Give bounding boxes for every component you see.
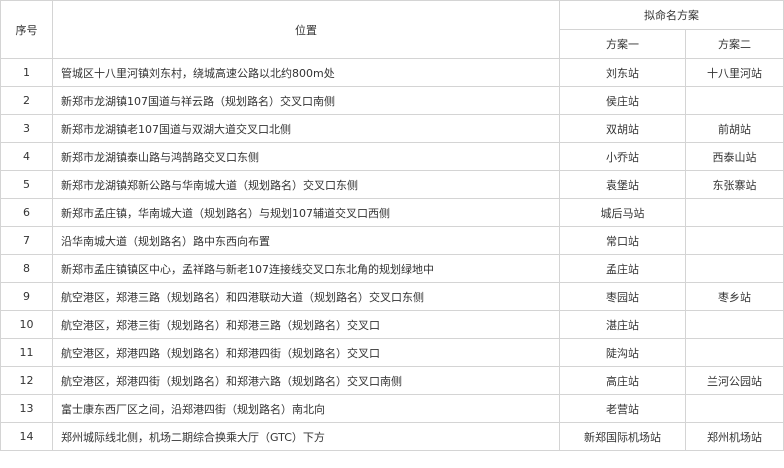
table-row: 4 新郑市龙湖镇泰山路与鸿鹄路交叉口东侧 小乔站 西泰山站 — [0, 142, 784, 171]
table-row: 6 新郑市孟庄镇，华南城大道（规划路名）与规划107辅道交叉口西侧 城后马站 — [0, 198, 784, 227]
table-row: 14 郑州城际线北侧，机场二期综合换乘大厅（GTC）下方 新郑国际机场站 郑州机场站 — [0, 422, 784, 451]
row-index: 11 — [0, 338, 53, 367]
row-plan1: 城后马站 — [559, 198, 686, 227]
row-plan2 — [685, 198, 784, 227]
table-row: 2 新郑市龙湖镇107国道与祥云路（规划路名）交叉口南侧 侯庄站 — [0, 86, 784, 115]
row-location: 新郑市龙湖镇老107国道与双湖大道交叉口北侧 — [52, 114, 560, 143]
row-plan2 — [685, 226, 784, 255]
row-location: 富士康东西厂区之间，沿郑港四街（规划路名）南北向 — [52, 394, 560, 423]
table-row: 10 航空港区，郑港三街（规划路名）和郑港三路（规划路名）交叉口 湛庄站 — [0, 310, 784, 339]
row-location: 新郑市龙湖镇郑新公路与华南城大道（规划路名）交叉口东侧 — [52, 170, 560, 199]
row-location: 新郑市孟庄镇，华南城大道（规划路名）与规划107辅道交叉口西侧 — [52, 198, 560, 227]
row-plan1: 常口站 — [559, 226, 686, 255]
header-location: 位置 — [52, 0, 560, 59]
row-location: 航空港区，郑港四路（规划路名）和郑港四街（规划路名）交叉口 — [52, 338, 560, 367]
header-plan2: 方案二 — [685, 29, 784, 59]
row-index: 14 — [0, 422, 53, 451]
row-plan1: 湛庄站 — [559, 310, 686, 339]
table-row: 9 航空港区，郑港三路（规划路名）和四港联动大道（规划路名）交叉口东侧 枣园站 枣乡站 — [0, 282, 784, 311]
row-plan2 — [685, 394, 784, 423]
table-row: 8 新郑市孟庄镇镇区中心，孟祥路与新老107连接线交叉口东北角的规划绿地中 孟庄站 — [0, 254, 784, 283]
header-row: 序号 位置 拟命名方案 — [0, 0, 784, 59]
table-row: 1 管城区十八里河镇刘东村，绕城高速公路以北约800m处 刘东站 十八里河站 — [0, 58, 784, 87]
table-row: 3 新郑市龙湖镇老107国道与双湖大道交叉口北侧 双胡站 前胡站 — [0, 114, 784, 143]
row-location: 航空港区，郑港三街（规划路名）和郑港三路（规划路名）交叉口 — [52, 310, 560, 339]
table-row: 11 航空港区，郑港四路（规划路名）和郑港四街（规划路名）交叉口 陡沟站 — [0, 338, 784, 367]
row-plan1: 刘东站 — [559, 58, 686, 87]
row-plan2: 郑州机场站 — [685, 422, 784, 451]
row-plan1: 枣园站 — [559, 282, 686, 311]
row-plan2: 兰河公园站 — [685, 366, 784, 395]
row-index: 5 — [0, 170, 53, 199]
row-location: 新郑市龙湖镇107国道与祥云路（规划路名）交叉口南侧 — [52, 86, 560, 115]
row-plan2 — [685, 338, 784, 367]
row-plan1: 新郑国际机场站 — [559, 422, 686, 451]
row-index: 10 — [0, 310, 53, 339]
row-location: 航空港区，郑港三路（规划路名）和四港联动大道（规划路名）交叉口东侧 — [52, 282, 560, 311]
row-index: 2 — [0, 86, 53, 115]
row-location: 管城区十八里河镇刘东村，绕城高速公路以北约800m处 — [52, 58, 560, 87]
row-plan1: 侯庄站 — [559, 86, 686, 115]
row-plan1: 小乔站 — [559, 142, 686, 171]
table-row: 13 富士康东西厂区之间，沿郑港四街（规划路名）南北向 老营站 — [0, 394, 784, 423]
row-index: 13 — [0, 394, 53, 423]
row-location: 沿华南城大道（规划路名）路中东西向布置 — [52, 226, 560, 255]
header-proposal-group: 拟命名方案 — [559, 0, 784, 30]
row-plan1: 孟庄站 — [559, 254, 686, 283]
row-plan2: 西泰山站 — [685, 142, 784, 171]
row-index: 4 — [0, 142, 53, 171]
header-plan1: 方案一 — [559, 29, 686, 59]
table-row: 7 沿华南城大道（规划路名）路中东西向布置 常口站 — [0, 226, 784, 255]
row-plan1: 老营站 — [559, 394, 686, 423]
row-plan2 — [685, 86, 784, 115]
row-location: 新郑市龙湖镇泰山路与鸿鹄路交叉口东侧 — [52, 142, 560, 171]
row-index: 3 — [0, 114, 53, 143]
row-index: 1 — [0, 58, 53, 87]
row-plan2: 前胡站 — [685, 114, 784, 143]
row-index: 9 — [0, 282, 53, 311]
table-row: 12 航空港区，郑港四街（规划路名）和郑港六路（规划路名）交叉口南侧 高庄站 兰河公园… — [0, 366, 784, 395]
row-plan2: 枣乡站 — [685, 282, 784, 311]
station-naming-table: 序号 位置 拟命名方案 方案一 方案二 1 管城区十八里河镇刘东村，绕城高速公路以… — [0, 0, 784, 451]
row-plan1: 双胡站 — [559, 114, 686, 143]
header-index: 序号 — [0, 0, 53, 59]
table-row: 5 新郑市龙湖镇郑新公路与华南城大道（规划路名）交叉口东侧 袁堡站 东张寨站 — [0, 170, 784, 199]
row-plan2: 十八里河站 — [685, 58, 784, 87]
row-location: 新郑市孟庄镇镇区中心，孟祥路与新老107连接线交叉口东北角的规划绿地中 — [52, 254, 560, 283]
row-plan1: 陡沟站 — [559, 338, 686, 367]
table-body: 1 管城区十八里河镇刘东村，绕城高速公路以北约800m处 刘东站 十八里河站 2 新郑市龙… — [0, 58, 784, 451]
row-plan2 — [685, 310, 784, 339]
row-location: 郑州城际线北侧，机场二期综合换乘大厅（GTC）下方 — [52, 422, 560, 451]
row-index: 8 — [0, 254, 53, 283]
row-plan2 — [685, 254, 784, 283]
row-index: 7 — [0, 226, 53, 255]
row-location: 航空港区，郑港四街（规划路名）和郑港六路（规划路名）交叉口南侧 — [52, 366, 560, 395]
row-plan1: 袁堡站 — [559, 170, 686, 199]
row-index: 12 — [0, 366, 53, 395]
row-plan2: 东张寨站 — [685, 170, 784, 199]
row-index: 6 — [0, 198, 53, 227]
row-plan1: 高庄站 — [559, 366, 686, 395]
